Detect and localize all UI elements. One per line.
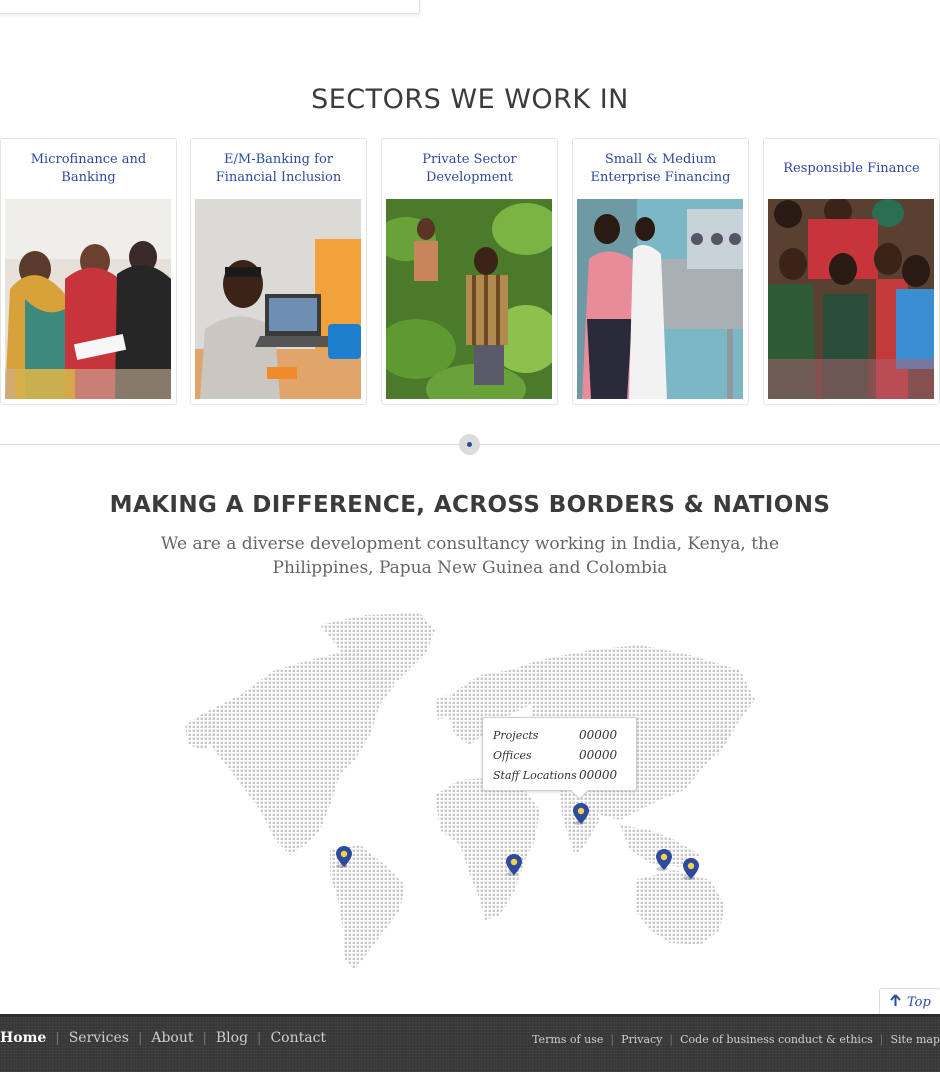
footer-separator: |: [257, 1030, 262, 1046]
tooltip-row-staff-locations: Staff Locations 00000: [493, 765, 636, 785]
sector-image-private-sector: [386, 199, 552, 399]
world-map: [180, 605, 760, 975]
tooltip-value: 00000: [579, 748, 618, 762]
back-to-top-label: Top: [907, 994, 931, 1010]
sector-image-sme-financing: [577, 199, 743, 399]
back-to-top-button[interactable]: Top: [879, 988, 940, 1015]
footer-separator: |: [879, 1033, 884, 1046]
footer-link-privacy[interactable]: Privacy: [621, 1033, 662, 1046]
footer-nav-services[interactable]: Services: [69, 1030, 129, 1046]
sector-card-responsible-finance[interactable]: Responsible Finance: [763, 138, 940, 405]
map-pin-icon[interactable]: [336, 846, 352, 868]
carousel-pagination-dot[interactable]: [459, 434, 480, 455]
sector-image-em-banking: [195, 199, 361, 399]
footer-nav-home[interactable]: Home: [0, 1030, 46, 1046]
footer-nav: Home | Services | About | Blog | Contact: [0, 1030, 326, 1046]
tooltip-value: 00000: [579, 768, 618, 782]
arrow-up-icon: [890, 994, 901, 1010]
map-pin-icon[interactable]: [506, 854, 522, 876]
footer-separator: |: [137, 1030, 143, 1046]
tooltip-label: Offices: [493, 748, 532, 762]
footer-link-terms[interactable]: Terms of use: [532, 1033, 603, 1046]
footer-separator: |: [669, 1033, 674, 1046]
sector-image-responsible-finance: [768, 199, 934, 399]
sector-card-private-sector[interactable]: Private Sector Development: [381, 138, 558, 405]
footer-link-code-of-conduct[interactable]: Code of business conduct & ethics: [680, 1033, 873, 1046]
sectors-title: SECTORS WE WORK IN: [311, 84, 629, 115]
map-pin-icon[interactable]: [656, 849, 672, 871]
tooltip-row-offices: Offices 00000: [493, 745, 636, 765]
footer-separator: |: [202, 1030, 207, 1046]
footer-separator: |: [55, 1030, 60, 1046]
sector-card-sme-financing[interactable]: Small & Medium Enterprise Financing: [572, 138, 749, 405]
sector-card-title[interactable]: Private Sector Development: [382, 139, 557, 199]
difference-subtitle: We are a diverse development consultancy…: [160, 534, 780, 578]
sector-card-title[interactable]: Microfinance and Banking: [1, 139, 176, 199]
footer-nav-contact[interactable]: Contact: [270, 1030, 326, 1046]
footer-legal-links: Terms of use | Privacy | Code of busines…: [532, 1033, 940, 1046]
sector-card-title[interactable]: E/M-Banking for Financial Inclusion: [191, 139, 366, 199]
map-pin-icon[interactable]: [573, 803, 589, 825]
footer-separator: |: [610, 1033, 615, 1046]
previous-section-card: [0, 0, 420, 14]
sector-card-title[interactable]: Small & Medium Enterprise Financing: [573, 139, 748, 199]
tooltip-value: 00000: [579, 728, 618, 742]
sector-image-microfinance: [5, 199, 171, 399]
footer: Home | Services | About | Blog | Contact…: [0, 1014, 940, 1072]
difference-title: MAKING A DIFFERENCE, ACROSS BORDERS & NA…: [109, 492, 831, 518]
sector-card-em-banking[interactable]: E/M-Banking for Financial Inclusion: [190, 138, 367, 405]
sector-card-microfinance[interactable]: Microfinance and Banking: [0, 138, 177, 405]
sector-card-title[interactable]: Responsible Finance: [764, 139, 939, 199]
tooltip-row-projects: Projects 00000: [493, 725, 636, 745]
footer-link-site-map[interactable]: Site map: [890, 1033, 940, 1046]
footer-nav-about[interactable]: About: [151, 1030, 193, 1046]
tooltip-label: Projects: [493, 728, 539, 742]
tooltip-label: Staff Locations: [493, 768, 577, 782]
footer-nav-blog[interactable]: Blog: [216, 1030, 248, 1046]
map-stats-tooltip: Projects 00000 Offices 00000 Staff Locat…: [482, 717, 637, 791]
map-pin-icon[interactable]: [683, 858, 699, 880]
